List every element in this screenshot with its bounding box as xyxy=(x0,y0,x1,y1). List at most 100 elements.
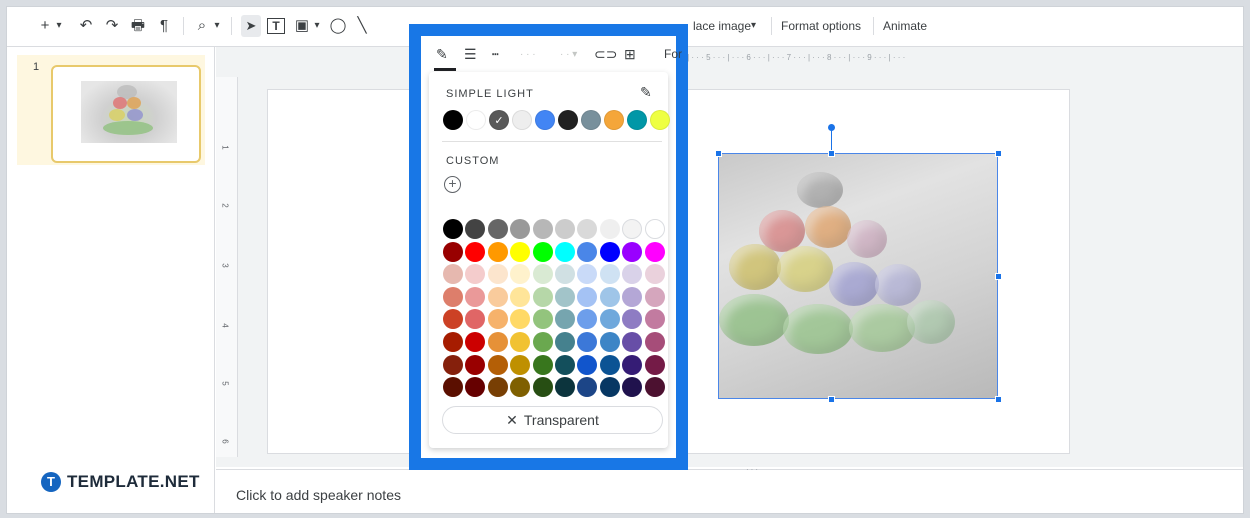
palette-color-swatch[interactable] xyxy=(599,241,620,262)
theme-color-swatch[interactable] xyxy=(512,110,532,130)
palette-color-swatch[interactable] xyxy=(443,286,463,307)
shape-tool-button[interactable]: ◯ xyxy=(329,15,347,37)
new-slide-button[interactable]: + xyxy=(37,15,53,37)
palette-color-swatch[interactable] xyxy=(532,309,553,330)
palette-color-swatch[interactable] xyxy=(465,241,486,262)
palette-color-swatch[interactable] xyxy=(532,286,553,307)
palette-color-swatch[interactable] xyxy=(510,219,531,239)
palette-color-swatch[interactable] xyxy=(644,377,665,398)
border-dash-icon[interactable]: ┅ xyxy=(492,48,499,61)
palette-color-swatch[interactable] xyxy=(443,354,463,375)
print-button[interactable]: 🖶 xyxy=(129,15,147,37)
image-tool-button[interactable]: ▣ xyxy=(293,15,311,37)
palette-color-swatch[interactable] xyxy=(554,264,575,285)
palette-color-swatch[interactable] xyxy=(510,377,531,398)
textbox-tool-button[interactable]: T xyxy=(267,18,285,34)
theme-color-swatch[interactable] xyxy=(558,110,578,130)
palette-color-swatch[interactable] xyxy=(577,241,598,262)
format-partial-label[interactable]: For xyxy=(664,47,682,61)
palette-color-swatch[interactable] xyxy=(510,241,531,262)
add-custom-color-icon[interactable]: + xyxy=(444,176,461,193)
palette-color-swatch[interactable] xyxy=(554,219,575,239)
image-dropdown-icon[interactable]: ▾ xyxy=(311,15,323,37)
palette-color-swatch[interactable] xyxy=(577,309,598,330)
palette-color-swatch[interactable] xyxy=(465,264,486,285)
replace-image-dropdown-icon[interactable]: ▾ xyxy=(751,15,756,37)
resize-handle[interactable] xyxy=(715,150,722,157)
palette-color-swatch[interactable] xyxy=(487,354,508,375)
palette-color-swatch[interactable] xyxy=(510,354,531,375)
palette-color-swatch[interactable] xyxy=(443,264,463,285)
selected-image[interactable] xyxy=(718,153,998,399)
redo-button[interactable]: ↷ xyxy=(103,15,121,37)
palette-color-swatch[interactable] xyxy=(622,354,643,375)
palette-color-swatch[interactable] xyxy=(622,241,643,262)
comment-icon[interactable]: ⊞ xyxy=(624,46,636,63)
palette-color-swatch[interactable] xyxy=(554,241,575,262)
resize-handle[interactable] xyxy=(995,396,1002,403)
palette-color-swatch[interactable] xyxy=(532,377,553,398)
palette-color-swatch[interactable] xyxy=(532,331,553,352)
palette-color-swatch[interactable] xyxy=(510,286,531,307)
undo-button[interactable]: ↶ xyxy=(77,15,95,37)
palette-color-swatch[interactable] xyxy=(554,309,575,330)
replace-image-button[interactable]: lace image xyxy=(693,15,751,37)
border-weight-icon[interactable]: ☰ xyxy=(464,46,477,63)
theme-color-swatch[interactable] xyxy=(443,110,463,130)
palette-color-swatch[interactable] xyxy=(599,219,620,239)
select-tool-button[interactable]: ➤ xyxy=(241,15,261,37)
palette-color-swatch[interactable] xyxy=(622,377,643,398)
palette-color-swatch[interactable] xyxy=(532,241,553,262)
palette-color-swatch[interactable] xyxy=(599,331,620,352)
palette-color-swatch[interactable] xyxy=(577,286,598,307)
palette-color-swatch[interactable] xyxy=(577,354,598,375)
palette-color-swatch[interactable] xyxy=(487,331,508,352)
resize-handle[interactable] xyxy=(995,150,1002,157)
palette-color-swatch[interactable] xyxy=(599,286,620,307)
palette-color-swatch[interactable] xyxy=(443,219,463,239)
edit-theme-icon[interactable]: ✎ xyxy=(640,84,652,101)
palette-color-swatch[interactable] xyxy=(622,264,643,285)
line-tool-button[interactable]: ╲ xyxy=(353,15,371,37)
theme-color-swatch[interactable] xyxy=(604,110,624,130)
theme-color-swatch[interactable] xyxy=(581,110,601,130)
palette-color-swatch[interactable] xyxy=(465,331,486,352)
palette-color-swatch[interactable] xyxy=(443,309,463,330)
theme-color-swatch[interactable] xyxy=(650,110,670,130)
palette-color-swatch[interactable] xyxy=(554,377,575,398)
palette-color-swatch[interactable] xyxy=(644,219,665,239)
palette-color-swatch[interactable] xyxy=(622,219,643,239)
palette-color-swatch[interactable] xyxy=(443,377,463,398)
palette-color-swatch[interactable] xyxy=(465,377,486,398)
palette-color-swatch[interactable] xyxy=(644,241,665,262)
resize-handle[interactable] xyxy=(995,273,1002,280)
zoom-dropdown-icon[interactable]: ▾ xyxy=(211,15,223,37)
palette-color-swatch[interactable] xyxy=(554,286,575,307)
palette-color-swatch[interactable] xyxy=(443,331,463,352)
palette-color-swatch[interactable] xyxy=(622,309,643,330)
palette-color-swatch[interactable] xyxy=(532,354,553,375)
palette-color-swatch[interactable] xyxy=(554,354,575,375)
palette-color-swatch[interactable] xyxy=(644,264,665,285)
resize-handle[interactable] xyxy=(828,150,835,157)
zoom-button[interactable]: ⌕ xyxy=(193,15,211,37)
palette-color-swatch[interactable] xyxy=(443,241,463,262)
new-slide-dropdown-icon[interactable]: ▾ xyxy=(53,15,65,37)
palette-color-swatch[interactable] xyxy=(465,286,486,307)
palette-color-swatch[interactable] xyxy=(487,377,508,398)
palette-color-swatch[interactable] xyxy=(599,264,620,285)
speaker-notes[interactable]: ··· Click to add speaker notes xyxy=(216,465,1243,513)
theme-color-swatch[interactable] xyxy=(535,110,555,130)
palette-color-swatch[interactable] xyxy=(532,264,553,285)
palette-color-swatch[interactable] xyxy=(622,331,643,352)
palette-color-swatch[interactable] xyxy=(644,309,665,330)
palette-color-swatch[interactable] xyxy=(577,264,598,285)
border-color-pen-icon[interactable]: ✎ xyxy=(436,46,448,63)
notes-resize-grip[interactable]: ··· xyxy=(746,465,760,474)
palette-color-swatch[interactable] xyxy=(510,309,531,330)
format-options-button[interactable]: Format options xyxy=(781,15,861,37)
palette-color-swatch[interactable] xyxy=(487,264,508,285)
resize-handle[interactable] xyxy=(828,396,835,403)
palette-color-swatch[interactable] xyxy=(599,309,620,330)
rotation-handle[interactable] xyxy=(828,124,835,131)
